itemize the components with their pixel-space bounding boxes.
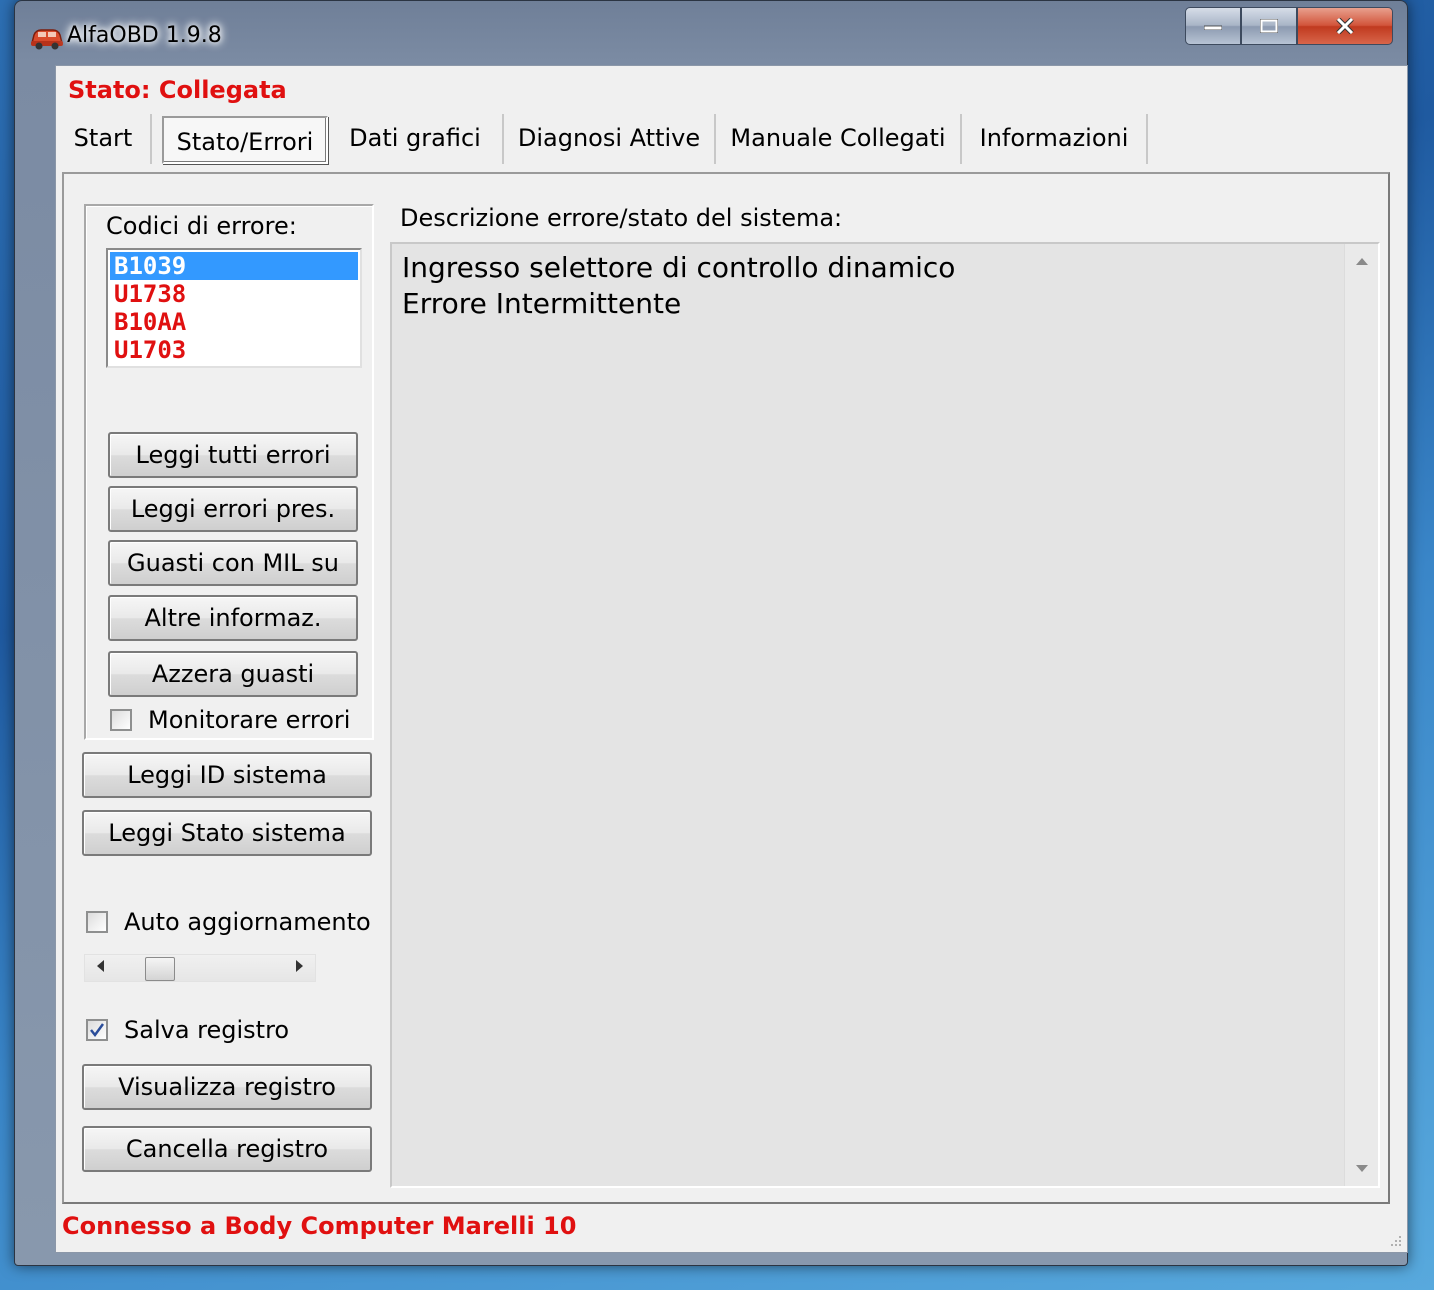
tab-dati-grafici[interactable]: Dati grafici — [328, 114, 504, 164]
read-system-id-button[interactable]: Leggi ID sistema — [82, 752, 372, 798]
window-title: AlfaOBD 1.9.8 — [67, 23, 222, 48]
car-icon — [31, 29, 63, 50]
checkmark-icon — [90, 1023, 105, 1038]
error-codes-list[interactable]: B1039 U1738 B10AA U1703 — [106, 248, 362, 368]
list-item[interactable]: U1738 — [110, 280, 358, 308]
tab-manuale-collegati[interactable]: Manuale Collegati — [716, 114, 962, 164]
minimize-button[interactable] — [1185, 7, 1241, 45]
close-button[interactable] — [1297, 7, 1393, 45]
resize-grip-icon[interactable] — [1387, 1232, 1403, 1248]
client-area: Stato: Collegata Start Stato/Errori Dati… — [55, 65, 1408, 1253]
auto-update-label: Auto aggiornamento — [124, 908, 371, 936]
list-item[interactable]: B1039 — [110, 252, 358, 280]
view-log-button[interactable]: Visualizza registro — [82, 1064, 372, 1110]
description-label: Descrizione errore/stato del sistema: — [400, 204, 843, 232]
description-line: Errore Intermittente — [402, 287, 682, 320]
tab-diagnosi-attive[interactable]: Diagnosi Attive — [504, 114, 716, 164]
list-item[interactable]: B10AA — [110, 308, 358, 336]
error-codes-label: Codici di errore: — [106, 212, 297, 240]
checkbox-box[interactable] — [86, 1019, 108, 1041]
slider-thumb[interactable] — [145, 957, 176, 981]
monitor-errors-label: Monitorare errori — [148, 706, 351, 734]
checkbox-box[interactable] — [86, 911, 108, 933]
save-log-label: Salva registro — [124, 1016, 290, 1044]
tab-start[interactable]: Start — [56, 114, 152, 164]
description-textarea[interactable]: Ingresso selettore di controllo dinamico… — [390, 242, 1380, 1188]
monitor-errors-checkbox[interactable]: Monitorare errori — [110, 706, 350, 734]
maximize-button[interactable] — [1241, 7, 1297, 45]
description-line: Ingresso selettore di controllo dinamico — [402, 251, 956, 284]
scroll-left-icon[interactable] — [97, 960, 104, 972]
scroll-up-icon[interactable] — [1356, 258, 1368, 265]
connection-status: Stato: Collegata — [68, 76, 287, 104]
app-window: AlfaOBD 1.9.8 Stato: Collegata Start Sta… — [14, 0, 1408, 1266]
connected-module-status: Connesso a Body Computer Marelli 10 — [62, 1212, 577, 1240]
mil-faults-button[interactable]: Guasti con MIL su — [108, 540, 358, 586]
scroll-right-icon[interactable] — [296, 960, 303, 972]
tab-stato-errori[interactable]: Stato/Errori — [162, 116, 328, 164]
tab-informazioni[interactable]: Informazioni — [962, 114, 1148, 164]
read-present-errors-button[interactable]: Leggi errori pres. — [108, 486, 358, 532]
minimize-icon — [1204, 25, 1222, 30]
clear-faults-button[interactable]: Azzera guasti — [108, 651, 358, 697]
update-interval-slider[interactable] — [84, 954, 316, 982]
vertical-scrollbar[interactable] — [1344, 244, 1378, 1186]
description-text: Ingresso selettore di controllo dinamico… — [402, 250, 955, 322]
error-codes-group: Codici di errore: B1039 U1738 B10AA U170… — [84, 204, 374, 740]
checkbox-box[interactable] — [110, 709, 132, 731]
auto-update-checkbox[interactable]: Auto aggiornamento — [86, 908, 371, 936]
list-item[interactable]: U1703 — [110, 336, 358, 364]
read-all-errors-button[interactable]: Leggi tutti errori — [108, 432, 358, 478]
read-system-state-button[interactable]: Leggi Stato sistema — [82, 810, 372, 856]
save-log-checkbox[interactable]: Salva registro — [86, 1016, 289, 1044]
stato-errori-panel: Codici di errore: B1039 U1738 B10AA U170… — [62, 172, 1390, 1204]
title-bar[interactable]: AlfaOBD 1.9.8 — [15, 1, 1407, 65]
scroll-down-icon[interactable] — [1356, 1165, 1368, 1172]
close-icon — [1336, 18, 1354, 34]
more-info-button[interactable]: Altre informaz. — [108, 595, 358, 641]
maximize-icon — [1260, 19, 1278, 33]
delete-log-button[interactable]: Cancella registro — [82, 1126, 372, 1172]
